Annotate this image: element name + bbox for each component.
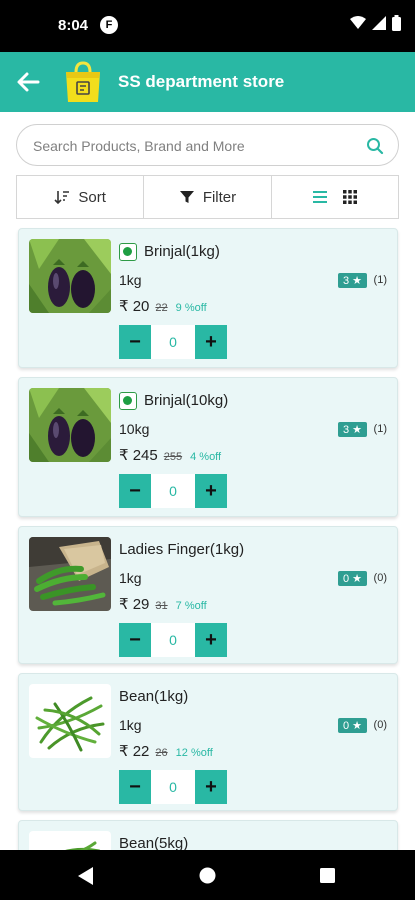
store-title: SS department store: [118, 72, 285, 91]
system-nav-bar: [0, 850, 415, 900]
product-quantity: 1kg: [119, 570, 142, 586]
sort-label: Sort: [78, 188, 106, 206]
discount-label: 9 %off: [175, 302, 207, 314]
search-icon[interactable]: [366, 137, 384, 155]
product-card[interactable]: Brinjal(1kg) 1kg ₹ 20 22 9 %off 3 ★ (1) …: [18, 228, 398, 368]
discount-label: 4 %off: [190, 451, 222, 463]
notification-icon: F: [100, 16, 118, 34]
product-image-brinjal: [29, 239, 111, 313]
product-name: Ladies Finger(1kg): [119, 541, 245, 558]
battery-icon: [392, 15, 401, 31]
sort-icon: [54, 191, 70, 205]
veg-indicator-icon: [119, 392, 137, 410]
product-price: ₹ 245: [119, 447, 158, 464]
rating-count: (1): [373, 423, 387, 435]
increase-button[interactable]: +: [195, 325, 227, 359]
discount-label: 12 %off: [175, 747, 213, 759]
quantity-stepper: − 0 +: [119, 623, 227, 657]
quantity-stepper: − 0 +: [119, 474, 227, 508]
increase-button[interactable]: +: [195, 770, 227, 804]
price-row: ₹ 20 22 9 %off: [119, 297, 207, 315]
increase-button[interactable]: +: [195, 623, 227, 657]
decrease-button[interactable]: −: [119, 623, 151, 657]
product-card[interactable]: Bean(1kg) 1kg ₹ 22 26 12 %off 0 ★ (0) − …: [18, 673, 398, 811]
product-mrp: 31: [155, 600, 168, 612]
product-price: ₹ 29: [119, 596, 150, 613]
rating-badge: 0 ★: [337, 718, 367, 733]
item-count: 0: [151, 325, 195, 359]
quantity-stepper: − 0 +: [119, 325, 227, 359]
product-image-brinjal: [29, 388, 111, 462]
decrease-button[interactable]: −: [119, 474, 151, 508]
item-count: 0: [151, 474, 195, 508]
product-image-okra: [29, 537, 111, 611]
rating-badge: 0 ★: [337, 571, 367, 586]
increase-button[interactable]: +: [195, 474, 227, 508]
rating-count: (0): [373, 719, 387, 731]
rating-count: (1): [373, 274, 387, 286]
nav-home-icon[interactable]: [199, 867, 216, 884]
sort-button[interactable]: Sort: [17, 176, 145, 218]
item-count: 0: [151, 623, 195, 657]
status-bar: 8:04 F: [0, 0, 415, 52]
filter-label: Filter: [202, 188, 237, 206]
product-price: ₹ 20: [119, 298, 150, 315]
product-quantity: 10kg: [119, 421, 150, 437]
nav-back-icon[interactable]: [78, 867, 94, 885]
product-name: Bean(1kg): [119, 688, 189, 705]
product-quantity: 1kg: [119, 717, 142, 733]
app-bar: SS department store: [0, 52, 415, 112]
price-row: ₹ 245 255 4 %off: [119, 446, 221, 464]
grid-view-icon[interactable]: [342, 190, 357, 204]
decrease-button[interactable]: −: [119, 770, 151, 804]
product-card[interactable]: Brinjal(10kg) 10kg ₹ 245 255 4 %off 3 ★ …: [18, 377, 398, 517]
rating-count: (0): [373, 572, 387, 584]
discount-label: 7 %off: [175, 600, 207, 612]
status-time: 8:04: [58, 17, 89, 34]
product-image-beans: [29, 684, 111, 758]
product-price: ₹ 22: [119, 743, 150, 760]
rating-badge: 3 ★: [337, 422, 367, 437]
quantity-stepper: − 0 +: [119, 770, 227, 804]
decrease-button[interactable]: −: [119, 325, 151, 359]
product-quantity: 1kg: [119, 272, 142, 288]
view-toggle: [272, 176, 398, 218]
wifi-icon: [350, 16, 366, 29]
sort-filter-toolbar: Sort Filter: [16, 175, 399, 219]
product-name: Brinjal(1kg): [144, 243, 220, 260]
nav-recents-icon[interactable]: [320, 868, 335, 883]
store-logo-icon: [66, 61, 100, 102]
veg-indicator-icon: [119, 243, 137, 261]
filter-button[interactable]: Filter: [144, 176, 272, 218]
price-row: ₹ 29 31 7 %off: [119, 595, 207, 613]
status-icons: [350, 15, 401, 31]
list-view-icon[interactable]: [312, 190, 327, 204]
product-mrp: 26: [155, 747, 168, 759]
item-count: 0: [151, 770, 195, 804]
product-mrp: 22: [155, 302, 168, 314]
search-input[interactable]: [33, 135, 353, 157]
product-name: Brinjal(10kg): [144, 392, 229, 409]
signal-icon: [372, 16, 386, 30]
search-bar[interactable]: [16, 124, 399, 166]
price-row: ₹ 22 26 12 %off: [119, 742, 213, 760]
product-card[interactable]: Ladies Finger(1kg) 1kg ₹ 29 31 7 %off 0 …: [18, 526, 398, 664]
rating-badge: 3 ★: [337, 273, 367, 288]
back-arrow-icon[interactable]: [14, 68, 42, 96]
filter-icon: [179, 191, 194, 203]
product-mrp: 255: [163, 451, 183, 463]
